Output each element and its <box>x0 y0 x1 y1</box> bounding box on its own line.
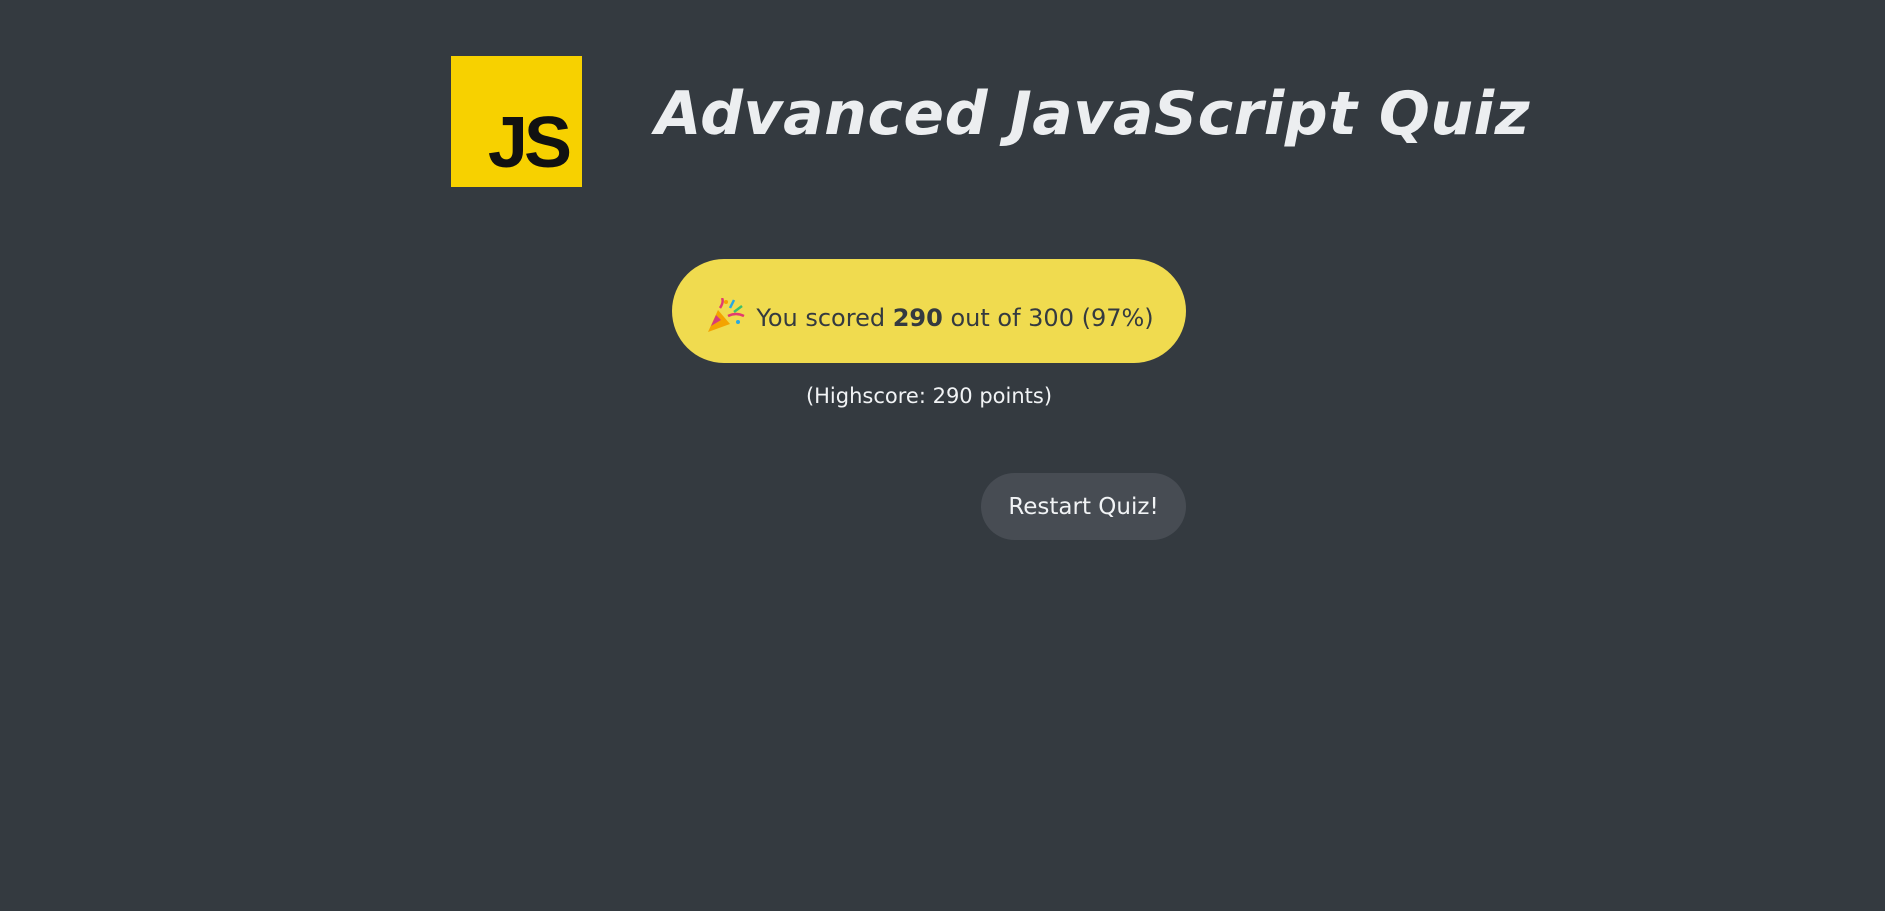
javascript-logo: JS <box>451 56 582 187</box>
page-title: Advanced JavaScript Quiz <box>655 79 1531 149</box>
logo-text: JS <box>487 103 572 183</box>
score-suffix: out of 300 (97%) <box>950 304 1154 332</box>
quiz-page: JS Advanced JavaScript Quiz You scored 2… <box>0 0 1885 911</box>
score-text: You scored 290 out of 300 (97%) <box>756 304 1153 332</box>
score-points: 290 <box>892 304 943 332</box>
score-result: You scored 290 out of 300 (97%) <box>672 259 1186 363</box>
party-popper-icon <box>708 298 745 332</box>
highscore-text: (Highscore: 290 points) <box>805 384 1053 408</box>
restart-quiz-button[interactable]: Restart Quiz! <box>981 473 1186 540</box>
score-prefix: You scored <box>756 304 886 332</box>
